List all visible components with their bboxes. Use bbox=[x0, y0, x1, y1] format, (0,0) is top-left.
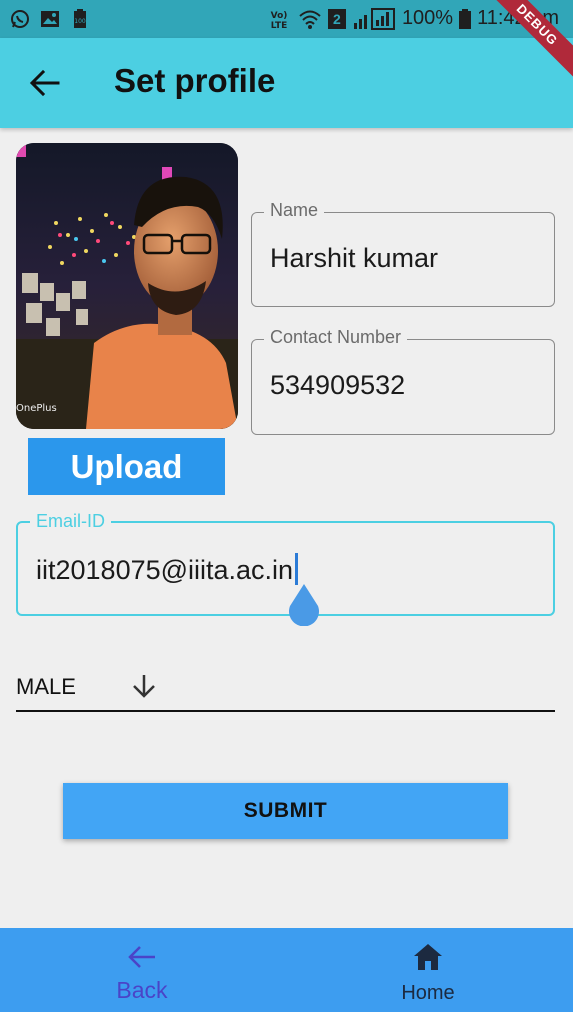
svg-text:Vo): Vo) bbox=[271, 11, 288, 21]
gender-dropdown-value: MALE bbox=[16, 674, 76, 699]
upload-button[interactable]: Upload bbox=[28, 438, 225, 495]
arrow-back-icon[interactable] bbox=[28, 66, 62, 100]
arrow-down-icon bbox=[133, 675, 155, 698]
email-field-value: iit2018075@iiita.ac.in bbox=[36, 555, 294, 585]
photo-watermark: OnePlus bbox=[16, 403, 57, 414]
contact-number-field[interactable]: Contact Number 534909532 bbox=[251, 327, 555, 435]
wifi-icon bbox=[299, 10, 321, 29]
profile-photo: OnePlus bbox=[16, 143, 238, 429]
name-field-value: Harshit kumar bbox=[270, 243, 439, 273]
nav-item-home[interactable]: Home bbox=[328, 928, 528, 1012]
battery-saver-icon: 100 bbox=[74, 9, 86, 28]
text-caret bbox=[295, 553, 299, 585]
profile-photo-image: OnePlus bbox=[16, 143, 238, 429]
gender-dropdown[interactable]: MALE bbox=[16, 666, 555, 712]
svg-text:LTE: LTE bbox=[271, 21, 288, 30]
nav-label-back: Back bbox=[116, 977, 168, 1003]
battery-percent: 100% bbox=[401, 7, 454, 29]
bottom-nav: Back Home bbox=[0, 928, 573, 1012]
volte-icon: Vo) LTE bbox=[271, 11, 288, 30]
name-field-label: Name bbox=[264, 200, 325, 221]
app-bar: Set profile bbox=[0, 38, 573, 128]
contact-number-field-label: Contact Number bbox=[264, 327, 408, 348]
page-title: Set profile bbox=[114, 62, 276, 99]
signal-icon bbox=[353, 7, 395, 30]
gallery-icon bbox=[41, 11, 59, 27]
cursor-handle-icon[interactable] bbox=[286, 582, 322, 626]
arrow-back-icon bbox=[128, 946, 155, 968]
svg-text:100: 100 bbox=[74, 18, 86, 25]
submit-button[interactable]: SUBMIT bbox=[63, 783, 508, 839]
contact-number-field-value: 534909532 bbox=[270, 370, 406, 400]
home-icon bbox=[414, 944, 442, 970]
status-bar: 100 Vo) LTE 2 100% 11:42 pm bbox=[0, 0, 573, 38]
sim-badge: 2 bbox=[327, 8, 346, 29]
nav-label-home: Home bbox=[401, 982, 455, 1004]
nav-item-back[interactable]: Back bbox=[42, 928, 242, 1012]
whatsapp-icon bbox=[11, 10, 29, 28]
name-field[interactable]: Name Harshit kumar bbox=[251, 200, 555, 307]
email-field-label: Email-ID bbox=[30, 511, 112, 532]
email-field-value-wrap: iit2018075@iiita.ac.in bbox=[36, 553, 299, 586]
battery-icon bbox=[459, 8, 472, 29]
